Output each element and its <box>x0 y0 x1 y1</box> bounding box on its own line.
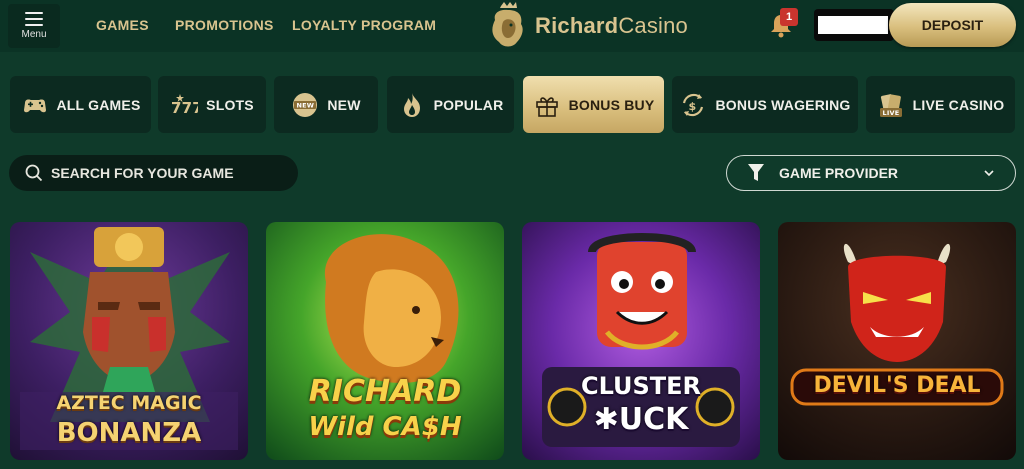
category-label: ALL GAMES <box>56 96 141 113</box>
game-provider-dropdown[interactable]: GAME PROVIDER <box>726 155 1016 191</box>
hamburger-icon <box>25 12 43 26</box>
dollar-cycle-icon: $ <box>683 93 704 116</box>
provider-label: GAME PROVIDER <box>779 165 899 181</box>
nav-promotions[interactable]: PROMOTIONS <box>175 17 274 33</box>
game-title-line1: AZTEC MAGIC <box>56 392 202 414</box>
deposit-button[interactable]: DEPOSIT <box>889 3 1016 47</box>
menu-button[interactable]: Menu <box>8 4 60 48</box>
search-placeholder: SEARCH FOR YOUR GAME <box>51 165 234 181</box>
category-bonus-wagering[interactable]: $ BONUS WAGERING <box>672 76 858 133</box>
game-card-cluster-uck[interactable]: CLUSTER ✱UCK <box>522 222 760 460</box>
brand-name: RichardCasino <box>535 13 688 38</box>
game-title-line2: ✱UCK <box>593 402 689 437</box>
category-bonus-buy[interactable]: BONUS BUY <box>523 76 664 133</box>
game-title-line1: DEVIL'S DEAL <box>813 373 981 398</box>
chevron-down-icon <box>984 170 994 177</box>
search-input[interactable]: SEARCH FOR YOUR GAME <box>9 155 298 191</box>
nav-loyalty-program[interactable]: LOYALTY PROGRAM <box>292 17 436 33</box>
filter-funnel-icon <box>748 164 764 181</box>
category-label: NEW <box>327 96 361 113</box>
category-label: SLOTS <box>206 96 254 113</box>
game-card-aztec-magic-bonanza[interactable]: AZTEC MAGIC BONANZA <box>10 222 248 460</box>
category-label: BONUS BUY <box>568 96 655 113</box>
nav-games[interactable]: GAMES <box>96 17 149 33</box>
game-title-line1: RICHARD <box>308 374 462 409</box>
game-title-line2: Wild CA$H <box>308 412 462 442</box>
top-header: Menu GAMES PROMOTIONS LOYALTY PROGRAM Ri… <box>0 0 1024 52</box>
menu-label: Menu <box>21 29 47 40</box>
svg-text:LIVE: LIVE <box>882 109 899 117</box>
game-card-richard-wild-cash[interactable]: RICHARD Wild CA$H <box>266 222 504 460</box>
category-label: BONUS WAGERING <box>715 96 851 113</box>
devil-face-art <box>790 243 1004 406</box>
category-slots[interactable]: 777 SLOTS <box>158 76 266 133</box>
gamepad-icon <box>23 98 46 112</box>
svg-text:NEW: NEW <box>297 101 315 109</box>
game-title-line1: CLUSTER <box>580 372 702 400</box>
lion-logo-icon <box>492 2 523 47</box>
live-cards-icon: LIVE <box>879 93 902 117</box>
category-live-casino[interactable]: LIVE LIVE CASINO <box>866 76 1015 133</box>
svg-text:777: 777 <box>171 99 198 117</box>
brand-logo[interactable]: RichardCasino <box>487 2 688 50</box>
game-title-line2: BONANZA <box>56 418 202 448</box>
gift-icon <box>535 96 558 117</box>
category-label: POPULAR <box>433 96 504 113</box>
balance-display[interactable] <box>814 9 894 41</box>
category-new[interactable]: NEW NEW <box>274 76 378 133</box>
game-card-devils-deal[interactable]: DEVIL'S DEAL <box>778 222 1016 460</box>
notification-count-badge: 1 <box>780 8 798 26</box>
category-popular[interactable]: POPULAR <box>387 76 514 133</box>
new-badge-icon: NEW <box>293 92 318 117</box>
category-label: LIVE CASINO <box>912 96 1005 113</box>
svg-text:$: $ <box>689 100 697 113</box>
777-icon: 777 <box>171 93 198 117</box>
category-all-games[interactable]: ALL GAMES <box>10 76 151 133</box>
flame-icon <box>403 92 420 117</box>
search-icon <box>25 164 43 182</box>
